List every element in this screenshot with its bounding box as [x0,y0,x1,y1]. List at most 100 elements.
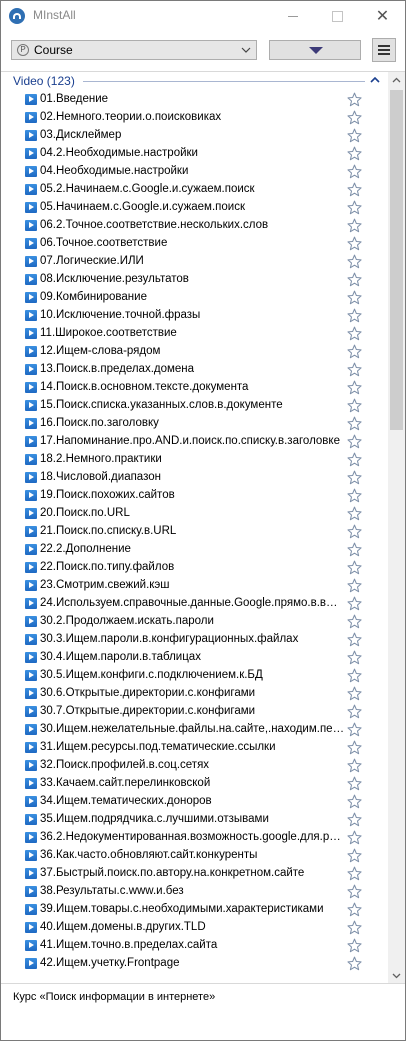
video-list-item[interactable]: 30.2.Продолжаем.искать.пароли [1,613,387,631]
scrollbar-thumb[interactable] [390,90,403,430]
video-list-item[interactable]: 30.4.Ищем.пароли.в.таблицах [1,649,387,667]
star-icon[interactable] [347,866,362,881]
star-icon[interactable] [347,938,362,953]
star-icon[interactable] [347,362,362,377]
star-icon[interactable] [347,398,362,413]
star-icon[interactable] [347,902,362,917]
scroll-up-arrow-icon[interactable] [388,72,405,89]
video-list-item[interactable]: 05.Начинаем.с.Google.и.сужаем.поиск [1,199,387,217]
video-list-item[interactable]: 36.2.Недокументированная.возможность.goo… [1,829,387,847]
star-icon[interactable] [347,290,362,305]
star-icon[interactable] [347,326,362,341]
star-icon[interactable] [347,470,362,485]
video-list-item[interactable]: 22.Поиск.по.типу.файлов [1,559,387,577]
video-list-item[interactable]: 42.Ищем.учетку.Frontpage [1,955,387,973]
video-list-item[interactable]: 36.Как.часто.обновляют.сайт.конкуренты [1,847,387,865]
star-icon[interactable] [347,488,362,503]
star-icon[interactable] [347,794,362,809]
video-list-item[interactable]: 38.Результаты.с.www.и.без [1,883,387,901]
video-list-item[interactable]: 01.Введение [1,91,387,109]
video-list-item[interactable]: 13.Поиск.в.пределах.домена [1,361,387,379]
star-icon[interactable] [347,200,362,215]
star-icon[interactable] [347,524,362,539]
course-select[interactable]: P Course [11,40,257,60]
star-icon[interactable] [347,254,362,269]
video-list-item[interactable]: 34.Ищем.тематических.доноров [1,793,387,811]
video-list-item[interactable]: 30.7.Открытые.директории.с.конфигами [1,703,387,721]
star-icon[interactable] [347,650,362,665]
video-list-item[interactable]: 15.Поиск.списка.указанных.слов.в.докумен… [1,397,387,415]
filter-dropdown-button[interactable] [269,40,361,60]
video-list-item[interactable]: 11.Широкое.соответствие [1,325,387,343]
video-list-item[interactable]: 18.2.Немного.практики [1,451,387,469]
video-list-item[interactable]: 14.Поиск.в.основном.тексте.документа [1,379,387,397]
star-icon[interactable] [347,110,362,125]
star-icon[interactable] [347,758,362,773]
video-list-item[interactable]: 35.Ищем.подрядчика.с.лучшими.отзывами [1,811,387,829]
video-list-item[interactable]: 17.Напоминание.про.AND.и.поиск.по.списку… [1,433,387,451]
star-icon[interactable] [347,452,362,467]
video-list-item[interactable]: 37.Быстрый.поиск.по.автору.на.конкретном… [1,865,387,883]
star-icon[interactable] [347,812,362,827]
star-icon[interactable] [347,632,362,647]
star-icon[interactable] [347,686,362,701]
video-list-item[interactable]: 04.2.Необходимые.настройки [1,145,387,163]
video-list-panel[interactable]: Video (123) 01.Введение 02.Немного.теории… [1,71,405,984]
star-icon[interactable] [347,272,362,287]
video-list-item[interactable]: 19.Поиск.похожих.сайтов [1,487,387,505]
star-icon[interactable] [347,128,362,143]
video-list-item[interactable]: 18.Числовой.диапазон [1,469,387,487]
star-icon[interactable] [347,380,362,395]
video-list-item[interactable]: 22.2.Дополнение [1,541,387,559]
video-list-item[interactable]: 30.5.Ищем.конфиги.с.подключением.к.БД [1,667,387,685]
video-list-item[interactable]: 08.Исключение.результатов [1,271,387,289]
star-icon[interactable] [347,434,362,449]
star-icon[interactable] [347,416,362,431]
video-list-item[interactable]: 33.Качаем.сайт.перелинковской [1,775,387,793]
maximize-button[interactable] [315,1,360,31]
star-icon[interactable] [347,848,362,863]
star-icon[interactable] [347,542,362,557]
star-icon[interactable] [347,506,362,521]
video-list-item[interactable]: 02.Немного.теории.о.поисковиках [1,109,387,127]
title-bar[interactable]: MInstAll ✕ [1,1,405,31]
star-icon[interactable] [347,596,362,611]
video-list-item[interactable]: 20.Поиск.по.URL [1,505,387,523]
video-list-item[interactable]: 03.Дисклеймер [1,127,387,145]
star-icon[interactable] [347,776,362,791]
video-list-item[interactable]: 23.Смотрим.свежий.кэш [1,577,387,595]
video-list-item[interactable]: 41.Ищем.точно.в.пределах.сайта [1,937,387,955]
star-icon[interactable] [347,956,362,971]
video-list-item[interactable]: 16.Поиск.по.заголовку [1,415,387,433]
collapse-caret-icon[interactable] [369,74,381,86]
minimize-button[interactable] [270,1,315,31]
video-list-item[interactable]: 21.Поиск.по.списку.в.URL [1,523,387,541]
video-list-item[interactable]: 31.Ищем.ресурсы.под.тематические.ссылки [1,739,387,757]
star-icon[interactable] [347,884,362,899]
video-list-item[interactable]: 07.Логические.ИЛИ [1,253,387,271]
star-icon[interactable] [347,830,362,845]
video-list-item[interactable]: 32.Поиск.профилей.в.соц.сетях [1,757,387,775]
video-list-item[interactable]: 24.Используем.справочные.данные.Google.п… [1,595,387,613]
video-list-item[interactable]: 30.Ищем.нежелательные.файлы.на.сайте,.на… [1,721,387,739]
video-list-item[interactable]: 05.2.Начинаем.с.Google.и.сужаем.поиск [1,181,387,199]
star-icon[interactable] [347,560,362,575]
video-list-item[interactable]: 39.Ищем.товары.с.необходимыми.характерис… [1,901,387,919]
video-list-item[interactable]: 30.6.Открытые.директории.с.конфигами [1,685,387,703]
video-list-item[interactable]: 40.Ищем.домены.в.других.TLD [1,919,387,937]
video-list-item[interactable]: 06.Точное.соответствие [1,235,387,253]
star-icon[interactable] [347,740,362,755]
star-icon[interactable] [347,236,362,251]
menu-button[interactable] [372,38,396,62]
star-icon[interactable] [347,614,362,629]
scroll-down-arrow-icon[interactable] [388,967,405,984]
star-icon[interactable] [347,722,362,737]
star-icon[interactable] [347,668,362,683]
star-icon[interactable] [347,182,362,197]
star-icon[interactable] [347,146,362,161]
video-group-header[interactable]: Video (123) [1,72,387,90]
video-list-item[interactable]: 09.Комбинирование [1,289,387,307]
video-list-item[interactable]: 10.Исключение.точной.фразы [1,307,387,325]
star-icon[interactable] [347,344,362,359]
star-icon[interactable] [347,578,362,593]
